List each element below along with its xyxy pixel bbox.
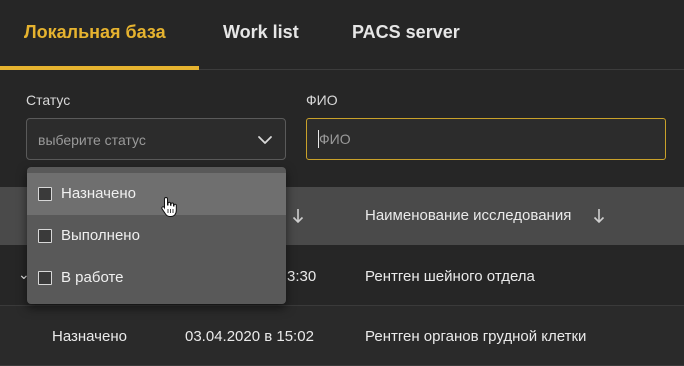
- cell-status: Назначено: [52, 328, 127, 345]
- hand-pointer-icon: [161, 196, 177, 217]
- sort-arrow-icon[interactable]: [592, 207, 606, 225]
- table-row[interactable]: Назначено 03.04.2020 в 15:02 Рентген орг…: [0, 306, 684, 366]
- status-select-placeholder: выберите статус: [38, 132, 146, 148]
- status-option-in-progress[interactable]: В работе: [27, 257, 286, 299]
- fio-filter-label: ФИО: [306, 92, 338, 108]
- status-option-label: В работе: [61, 269, 124, 286]
- status-option-completed[interactable]: Выполнено: [27, 215, 286, 257]
- cell-study: Рентген шейного отдела: [365, 268, 535, 285]
- tab-work-list[interactable]: Work list: [223, 22, 299, 43]
- status-filter-label: Статус: [26, 92, 71, 108]
- status-option-assigned[interactable]: Назначено: [27, 173, 286, 215]
- checkbox-icon[interactable]: [38, 229, 52, 243]
- cell-date: 03.04.2020 в 15:02: [185, 328, 314, 345]
- active-tab-indicator: [0, 66, 199, 70]
- cell-study: Рентген органов грудной клетки: [365, 328, 587, 345]
- checkbox-icon[interactable]: [38, 271, 52, 285]
- column-header-study-name[interactable]: Наименование исследования: [365, 207, 571, 224]
- text-caret: [318, 130, 319, 148]
- tab-bar: Локальная база Work list PACS server: [0, 0, 684, 70]
- fio-input[interactable]: [306, 118, 666, 160]
- status-dropdown-menu: Назначено Выполнено В работе: [27, 167, 286, 304]
- tab-local-base[interactable]: Локальная база: [24, 22, 166, 43]
- status-option-label: Назначено: [61, 185, 136, 202]
- chevron-down-icon: [258, 136, 272, 144]
- sort-arrow-icon[interactable]: [291, 207, 305, 225]
- checkbox-icon[interactable]: [38, 187, 52, 201]
- cell-date: 3:30: [287, 268, 317, 285]
- status-option-label: Выполнено: [61, 227, 140, 244]
- status-select[interactable]: выберите статус: [26, 118, 286, 160]
- tab-pacs-server[interactable]: PACS server: [352, 22, 460, 43]
